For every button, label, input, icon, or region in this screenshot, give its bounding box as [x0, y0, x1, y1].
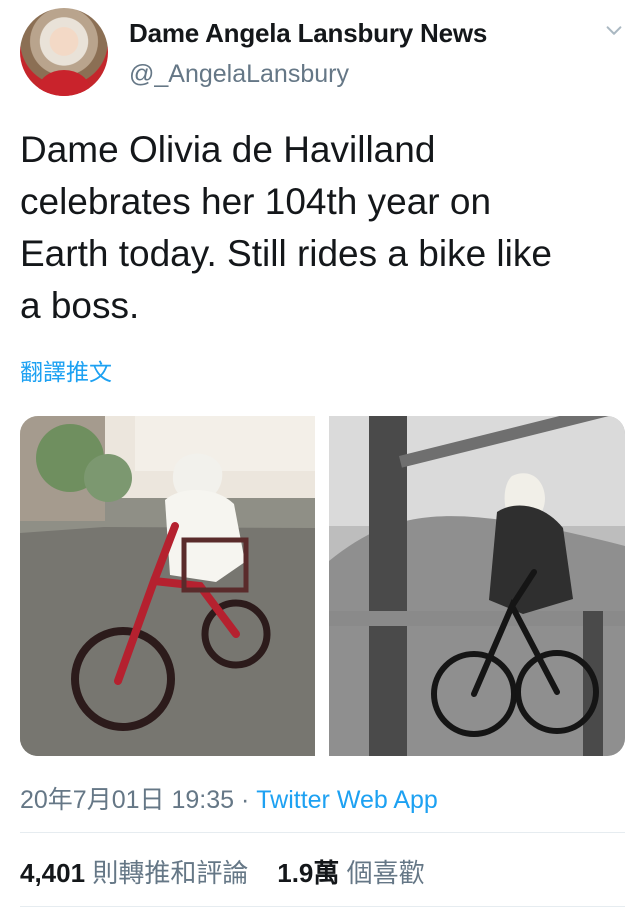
retweets-count: 4,401	[20, 858, 86, 888]
meta-separator: ·	[240, 786, 250, 814]
likes-stat[interactable]: 1.9萬 個喜歡	[277, 858, 424, 888]
author-name[interactable]: Dame Angela Lansbury News	[129, 18, 487, 49]
divider	[20, 832, 625, 833]
tweet-line: Earth today. Still rides a bike like	[20, 233, 552, 274]
retweets-stat[interactable]: 4,401 則轉推和評論	[20, 858, 248, 888]
divider	[20, 906, 625, 907]
tweet-stats: 4,401 則轉推和評論 1.9萬 個喜歡	[20, 853, 425, 890]
likes-label: 個喜歡	[346, 858, 425, 888]
tweet-meta: 20年7月01日 19:35 · Twitter Web App	[20, 780, 438, 816]
retweets-label: 則轉推和評論	[92, 858, 249, 888]
tweet-line: celebrates her 104th year on	[20, 181, 492, 222]
source-link[interactable]: Twitter Web App	[256, 786, 438, 814]
author-handle[interactable]: @_AngelaLansbury	[129, 60, 349, 89]
translate-tweet-link[interactable]: 翻譯推文	[20, 353, 112, 387]
timestamp: 20年7月01日 19:35	[20, 786, 235, 814]
media-grid	[20, 416, 625, 756]
elderly-woman-riding-red-tricycle-photo[interactable]	[20, 416, 315, 756]
likes-count: 1.9萬	[277, 858, 340, 888]
tweet-line: Dame Olivia de Havilland	[20, 129, 436, 170]
woman-riding-bicycle-black-and-white-photo[interactable]	[329, 416, 625, 756]
chevron-down-icon[interactable]	[603, 20, 625, 42]
person-avatar-icon[interactable]	[20, 8, 108, 96]
tweet-header: Dame Angela Lansbury News @_AngelaLansbu…	[0, 0, 644, 110]
tweet-line: a boss.	[20, 285, 140, 326]
tweet-text: Dame Olivia de Havilland celebrates her …	[20, 124, 630, 332]
